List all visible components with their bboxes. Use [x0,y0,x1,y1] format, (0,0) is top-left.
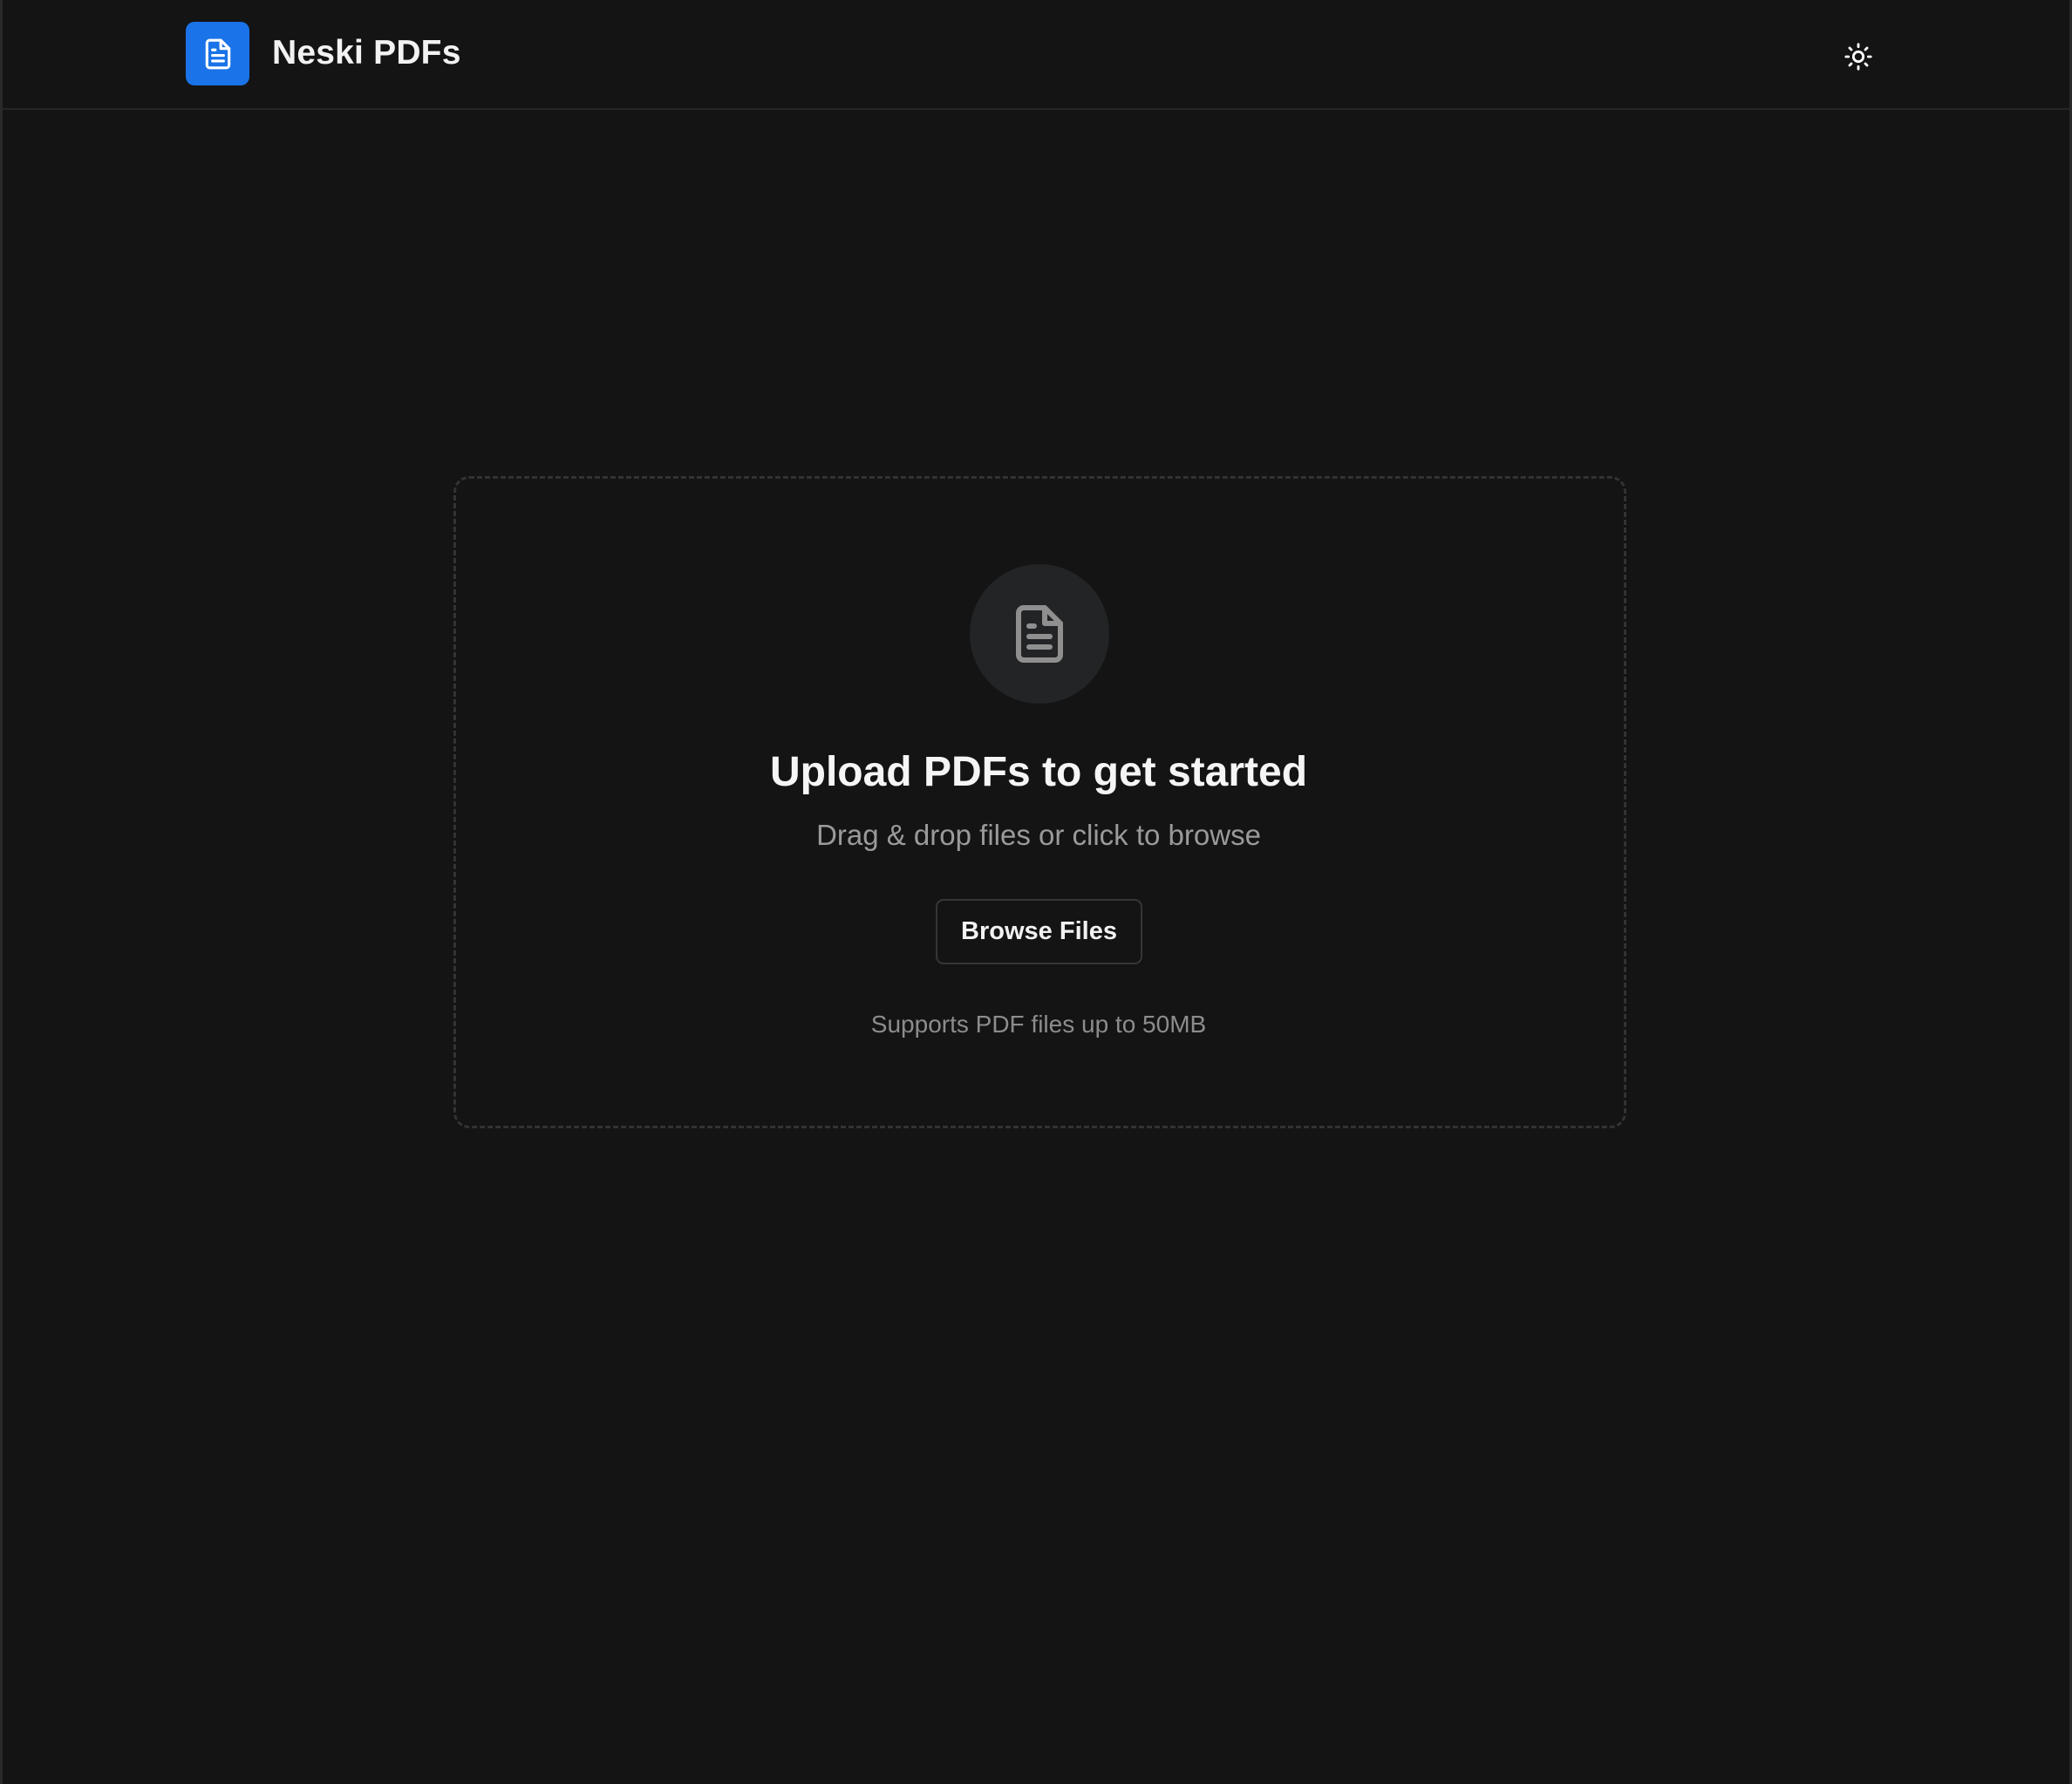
theme-toggle-button[interactable] [1837,35,1880,78]
document-icon [205,38,230,69]
app-title: Neski PDFs [272,34,461,71]
sun-icon [1844,43,1872,71]
file-text-icon [1016,605,1063,663]
logo[interactable] [186,22,249,85]
top-header: Neski PDFs [3,0,2069,110]
file-support-note: Supports PDF files up to 50MB [870,1011,1207,1038]
upload-icon-circle [970,564,1109,704]
upload-subtitle: Drag & drop files or click to browse [816,819,1261,851]
app-window: Neski PDFs Upload PDFs to get started Dr… [0,0,2072,1784]
browse-files-button[interactable]: Browse Files [936,899,1142,964]
upload-title: Upload PDFs to get started [769,749,1308,795]
